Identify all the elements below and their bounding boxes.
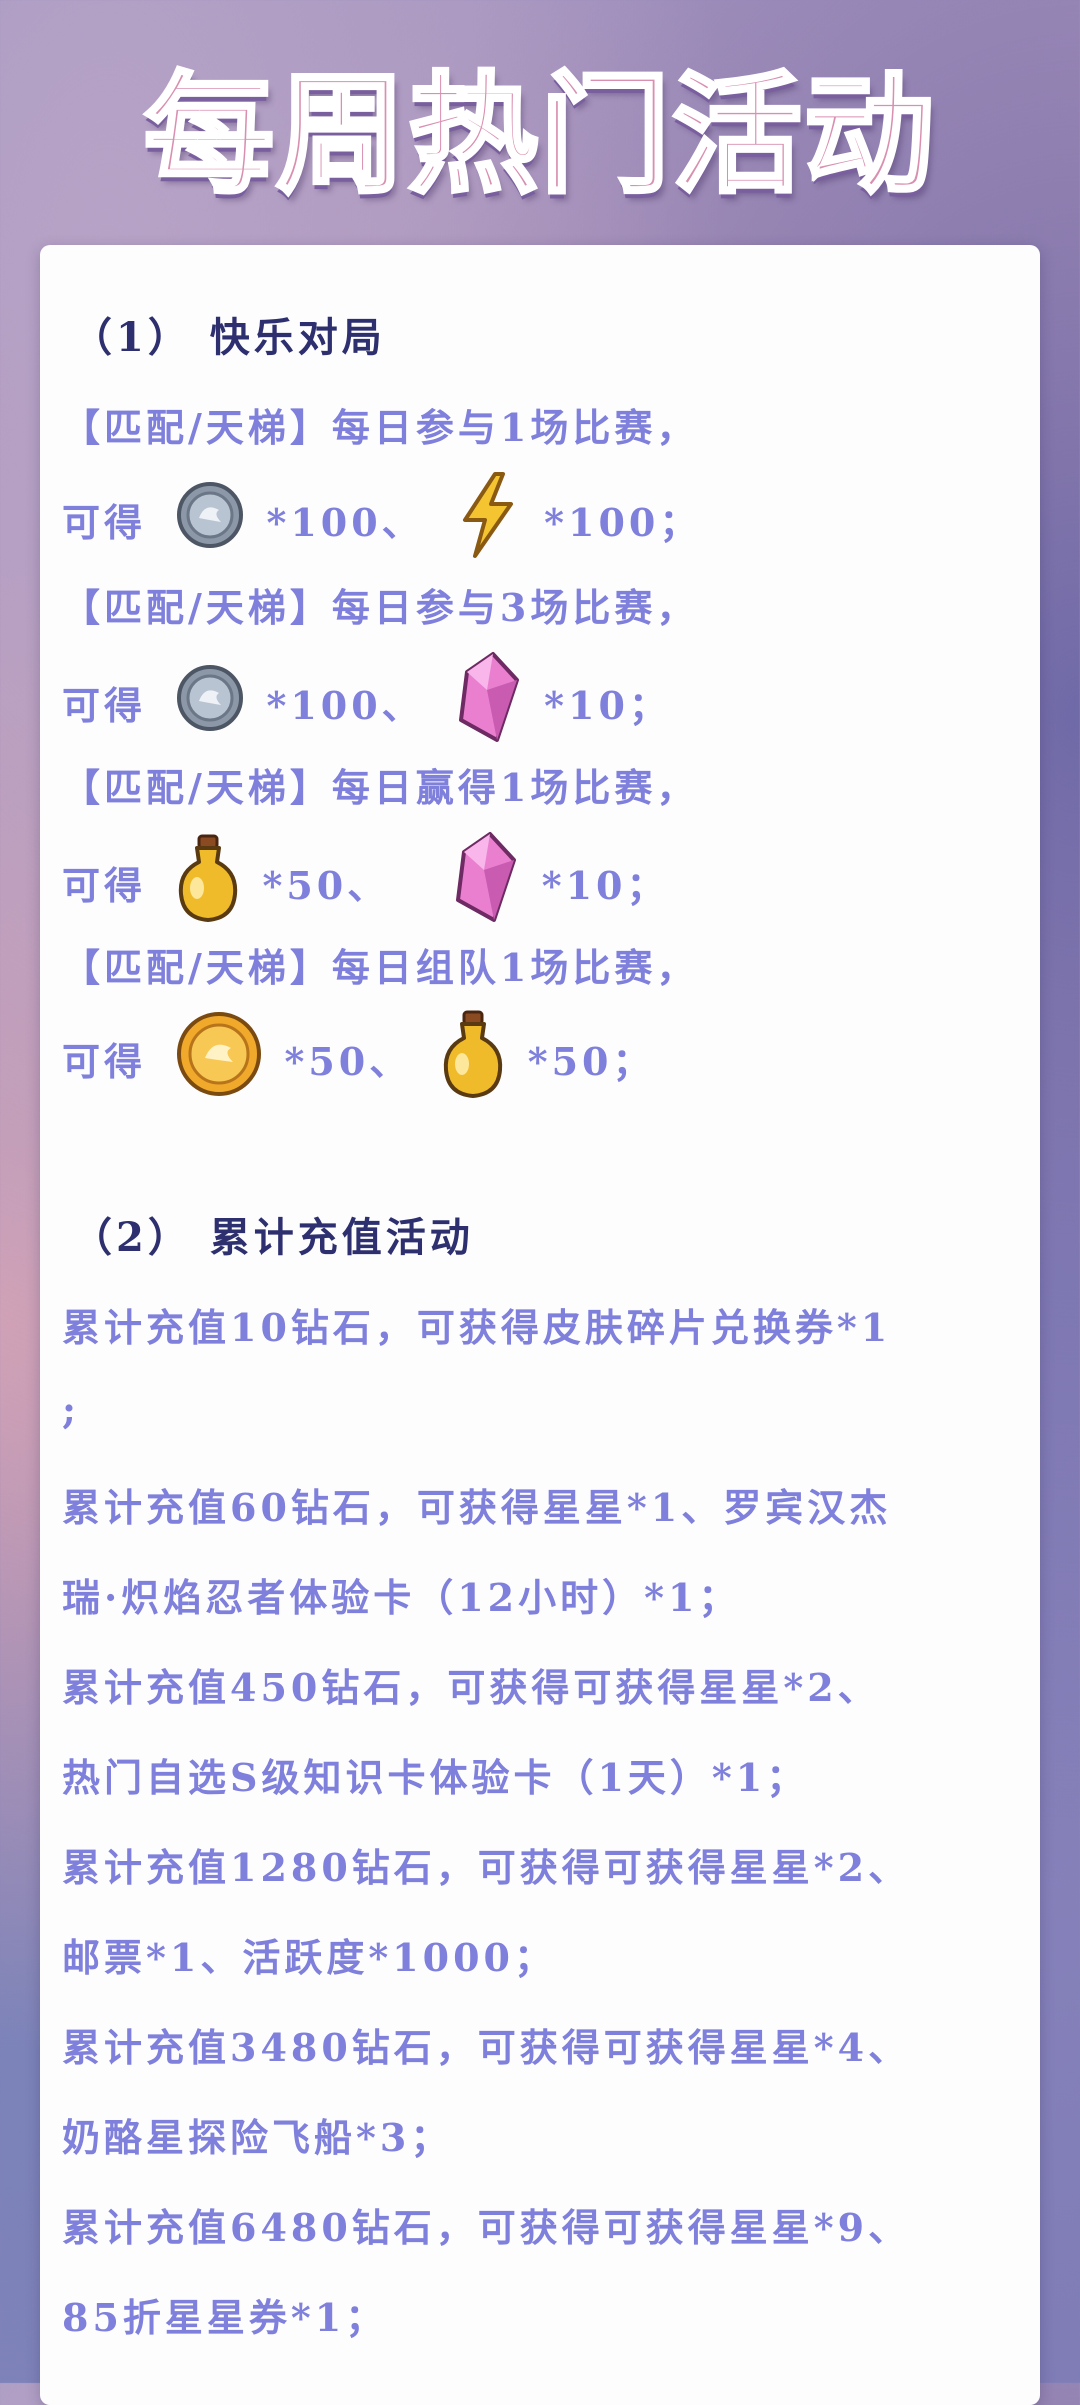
recharge-line: 累计充值450钻石，可获得可获得星星*2、	[62, 1665, 880, 1710]
recharge-line: 累计充值10钻石，可获得皮肤碎片兑换券*1	[62, 1305, 892, 1350]
reward-prefix: 可得	[62, 862, 147, 908]
reward-prefix: 可得	[62, 682, 147, 728]
recharge-line: 瑞·炽焰忍者体验卡（12小时）*1；	[62, 1575, 741, 1620]
potion-icon	[440, 1008, 506, 1109]
potion-icon	[175, 832, 241, 933]
recharge-line: 累计充值1280钻石，可获得可获得星星*2、	[62, 1845, 911, 1890]
reward-quantity: *50、	[262, 862, 390, 908]
reward-prefix: 可得	[62, 500, 147, 545]
pink-crystal-icon	[450, 830, 520, 934]
reward-condition: 【匹配/天梯】每日赢得1场比赛，	[62, 765, 699, 810]
recharge-line: ;	[62, 1387, 81, 1432]
reward-quantity: *50、	[284, 1039, 412, 1084]
reward-quantity: *100；	[544, 500, 702, 545]
recharge-line: 累计充值60钻石，可获得星星*1、罗宾汉杰	[62, 1485, 892, 1530]
recharge-line: 热门自选S级知识卡体验卡（1天）*1；	[62, 1755, 809, 1800]
reward-quantity: *50；	[527, 1039, 655, 1084]
reward-line: 可得 *50、 *10；	[62, 830, 668, 934]
recharge-line: 累计充值6480钻石，可获得可获得星星*9、	[62, 2205, 911, 2250]
page-title: 每周热门活动	[142, 57, 936, 213]
silver-coin-icon	[175, 480, 245, 559]
reward-quantity: *100、	[266, 682, 424, 728]
recharge-line: 85折星星券*1；	[62, 2295, 388, 2340]
recharge-line: 邮票*1、活跃度*1000；	[62, 1935, 556, 1980]
lightning-icon	[453, 470, 523, 569]
reward-condition: 【匹配/天梯】每日组队1场比赛，	[62, 945, 699, 990]
reward-prefix: 可得	[62, 1039, 147, 1084]
section-heading-happy-match: （1） 快乐对局	[72, 314, 386, 361]
reward-quantity: *10；	[544, 682, 671, 728]
recharge-line: 奶酪星探险飞船*3；	[62, 2115, 453, 2160]
reward-line: 可得 *100、 *10；	[62, 650, 671, 754]
reward-condition: 【匹配/天梯】每日参与3场比赛，	[62, 585, 699, 630]
reward-quantity: *10；	[541, 862, 669, 908]
recharge-line: 累计充值3480钻石，可获得可获得星星*4、	[62, 2025, 911, 2070]
silver-coin-icon	[175, 663, 245, 742]
reward-line: 可得 *50、 *50；	[62, 1008, 654, 1109]
pink-crystal-icon	[453, 650, 523, 754]
gold-coin-icon	[175, 1010, 263, 1107]
reward-quantity: *100、	[266, 500, 424, 545]
section-heading-cumulative-recharge: （2） 累计充值活动	[72, 1214, 474, 1261]
reward-condition: 【匹配/天梯】每日参与1场比赛，	[62, 405, 699, 450]
reward-line: 可得 *100、 *100；	[62, 470, 701, 569]
